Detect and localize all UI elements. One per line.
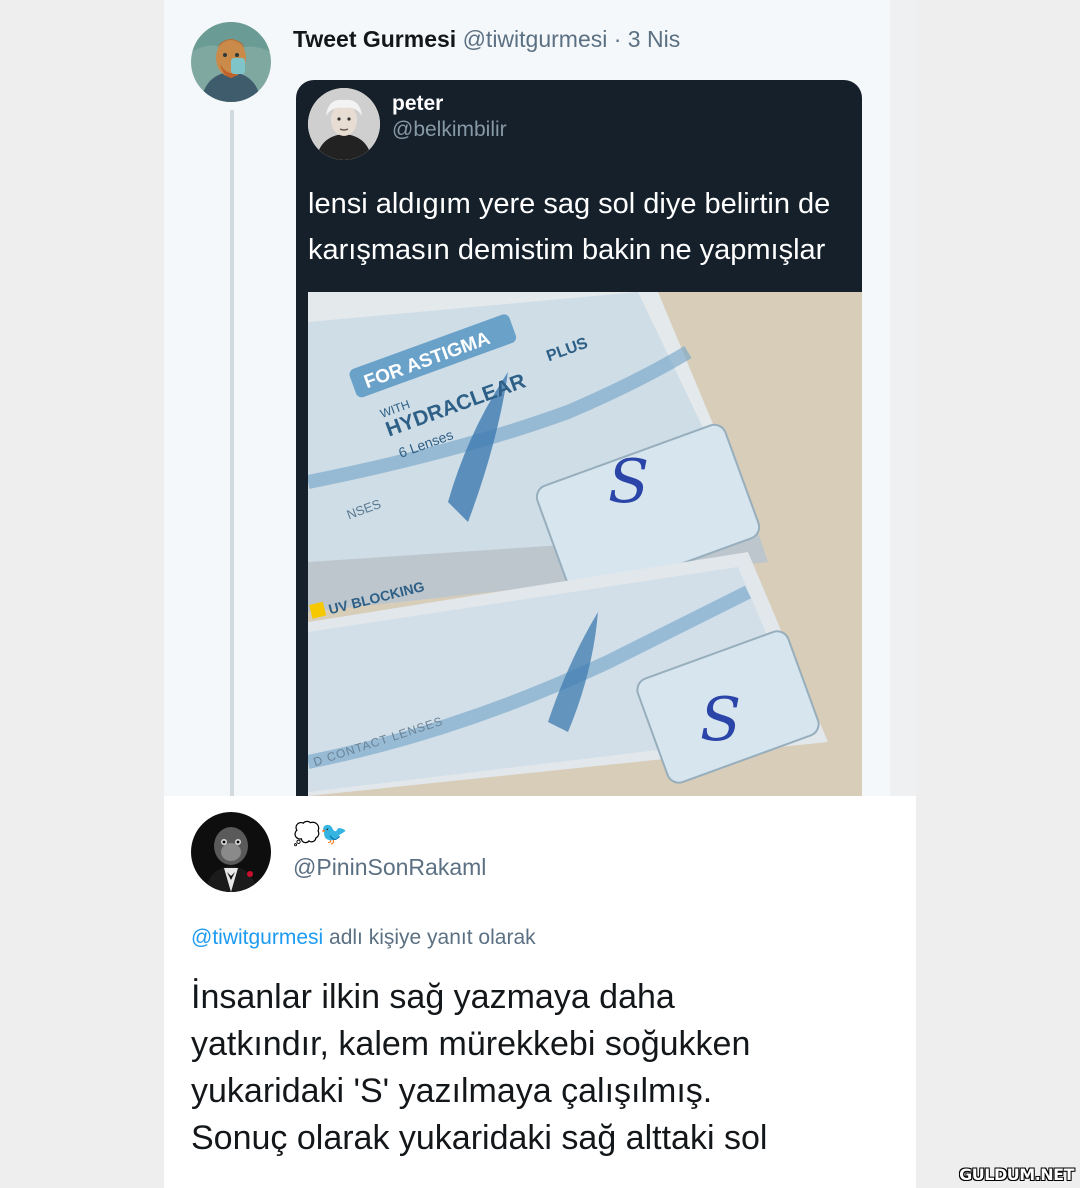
- embedded-tweet-text-line-1: lensi aldıgım yere sag sol diye belirtin…: [308, 188, 831, 220]
- header-separator: ·: [613, 26, 622, 52]
- reply-text-line-3: yukaridaki 'S' yazılmaya çalışılmış.: [191, 1072, 713, 1110]
- tweet-date[interactable]: 3 Nis: [628, 26, 680, 52]
- embedded-author-avatar: [308, 88, 380, 160]
- right-gutter: [916, 0, 1080, 1188]
- embedded-tweet-image[interactable]: peter @belkimbilir lensi aldıgım yere sa…: [296, 80, 862, 796]
- reply-author-name[interactable]: 💭🐦: [293, 820, 348, 848]
- tweet-author-handle[interactable]: @tiwitgurmesi: [463, 26, 608, 52]
- portrait-image: [191, 22, 271, 102]
- portrait-image: [308, 88, 380, 160]
- reply-author-avatar[interactable]: [191, 812, 271, 892]
- lens-boxes-image: FOR ASTIGMA WITH HYDRACLEAR PLUS 6 Lense…: [308, 292, 862, 796]
- reply-text-line-2: yatkındır, kalem mürekkebi soğukken: [191, 1025, 751, 1063]
- embedded-tweet-text-line-2: karışmasın demistim bakin ne yapmışlar: [308, 234, 826, 266]
- reply-text-line-4: Sonuç olarak yukaridaki sağ alttaki sol: [191, 1119, 768, 1157]
- reply-to-handle-link[interactable]: @tiwitgurmesi: [191, 926, 323, 949]
- monkey-avatar-image: [191, 812, 271, 892]
- handwritten-s-top: S: [608, 447, 649, 517]
- reply-context: @tiwitgurmesi adlı kişiye yanıt olarak: [191, 924, 536, 952]
- embedded-author-handle: @belkimbilir: [392, 118, 507, 141]
- reply-tweet-text: İnsanlar ilkin sağ yazmaya daha yatkındı…: [191, 974, 767, 1162]
- lens-box-photo: FOR ASTIGMA WITH HYDRACLEAR PLUS 6 Lense…: [308, 292, 862, 796]
- site-watermark: GULDUM.NET: [959, 1165, 1074, 1184]
- reply-author-handle[interactable]: @PininSonRakaml: [293, 854, 486, 881]
- handwritten-s-bottom: S: [700, 685, 741, 755]
- embedded-author-name: peter: [392, 92, 444, 115]
- tweet-header: Tweet Gurmesi @tiwitgurmesi · 3 Nis: [293, 24, 680, 54]
- reply-to-text: adlı kişiye yanıt olarak: [323, 926, 536, 949]
- left-gutter: [0, 0, 164, 1188]
- reply-text-line-1: İnsanlar ilkin sağ yazmaya daha: [191, 978, 675, 1016]
- thread-connector-line: [230, 110, 234, 804]
- tweet-author-name[interactable]: Tweet Gurmesi: [293, 26, 456, 52]
- tweet-author-avatar[interactable]: [191, 22, 271, 102]
